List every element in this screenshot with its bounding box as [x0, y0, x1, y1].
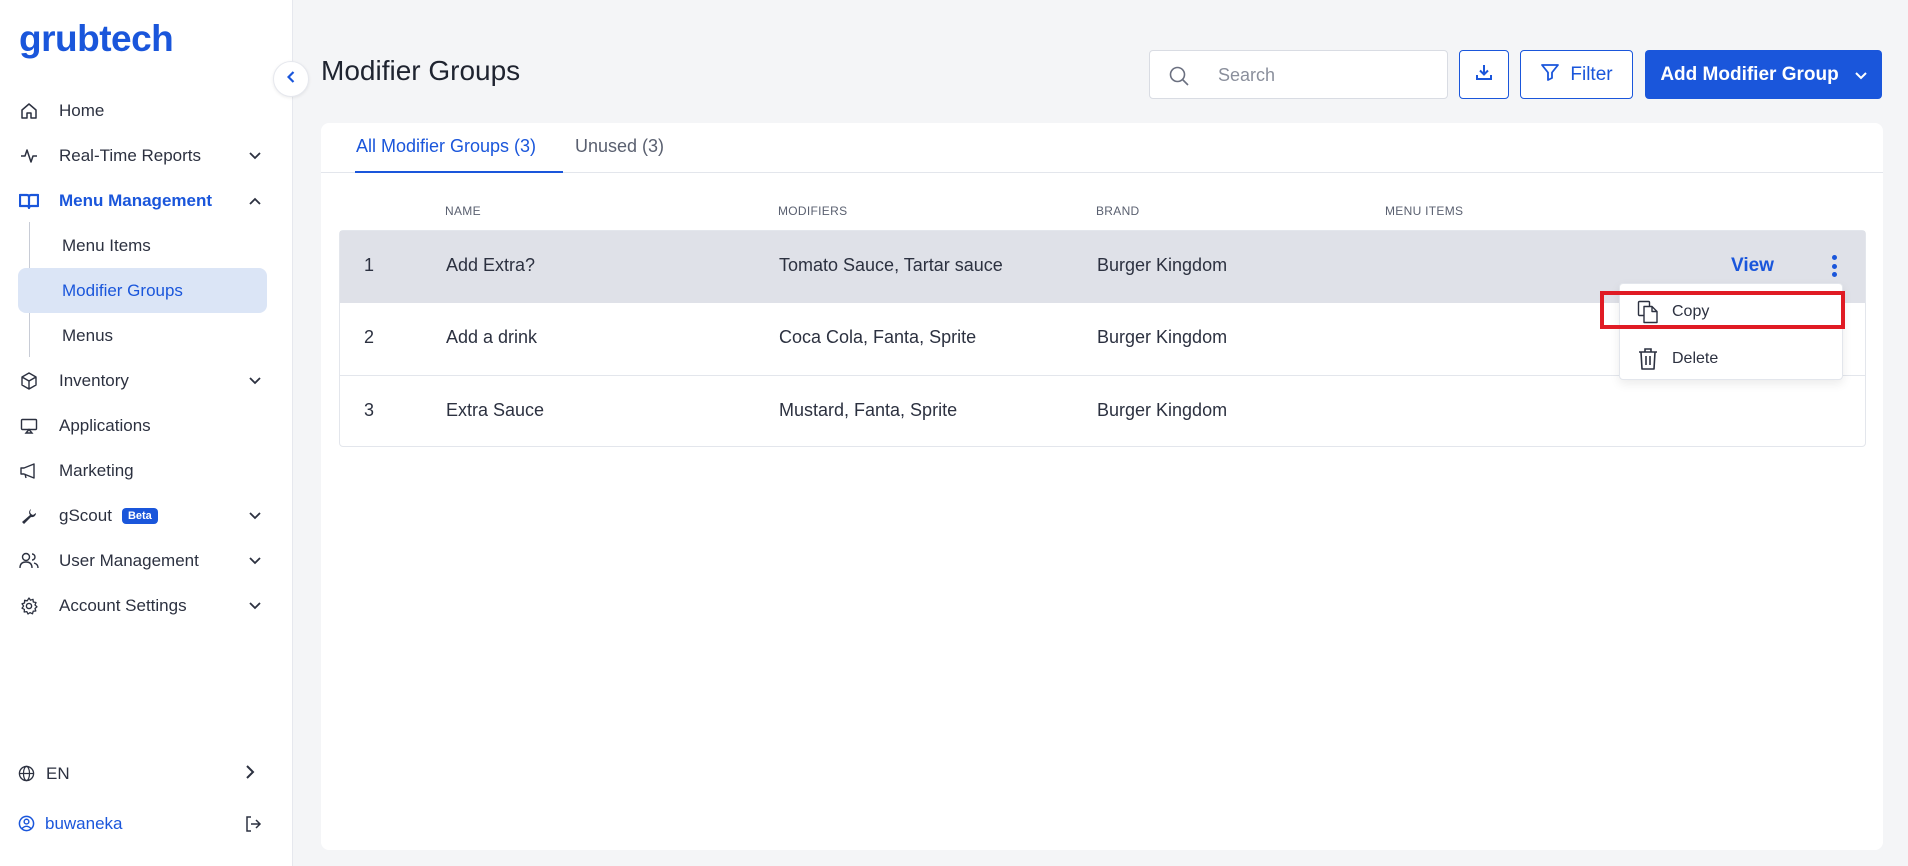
- sidebar-item-label: Account Settings: [59, 595, 187, 615]
- sidebar-item-label-group: gScout Beta: [59, 506, 158, 526]
- row-modifiers: Tomato Sauce, Tartar sauce: [779, 255, 1003, 275]
- username: buwaneka: [45, 814, 123, 833]
- box-icon: [19, 371, 39, 391]
- sidebar-subitem-modifier-groups[interactable]: Modifier Groups: [18, 268, 267, 313]
- more-options-icon[interactable]: [1824, 253, 1844, 279]
- tab-all-modifier-groups[interactable]: All Modifier Groups (3): [355, 136, 563, 173]
- language-label: EN: [46, 764, 70, 783]
- beta-badge: Beta: [121, 508, 158, 525]
- sidebar-item-home[interactable]: Home: [0, 88, 293, 133]
- home-icon: [19, 101, 39, 121]
- row-modifiers: Mustard, Fanta, Sprite: [779, 400, 958, 420]
- chevron-down-icon: [246, 597, 264, 615]
- chevron-down-icon: [246, 552, 264, 570]
- copy-label: Copy: [1672, 303, 1710, 320]
- sidebar-subitem-label: Modifier Groups: [62, 280, 183, 300]
- delete-label: Delete: [1672, 350, 1719, 367]
- sidebar-item-marketing[interactable]: Marketing: [0, 448, 293, 493]
- sidebar-item-applications[interactable]: Applications: [0, 403, 293, 448]
- chevron-down-icon: [246, 147, 264, 165]
- row-actions-menu: Copy Delete: [1619, 283, 1843, 380]
- column-header-modifiers: MODIFIERS: [778, 204, 848, 218]
- sidebar-item-gscout[interactable]: gScout Beta: [0, 493, 293, 538]
- sidebar-item-label: User Management: [59, 550, 199, 570]
- sidebar-item-real-time-reports[interactable]: Real-Time Reports: [0, 133, 293, 178]
- sidebar-item-label: Marketing: [59, 460, 134, 480]
- tab-bar: All Modifier Groups (3) Unused (3): [321, 123, 1883, 173]
- chevron-left-icon: [286, 70, 295, 88]
- search-box[interactable]: [1149, 50, 1448, 99]
- sidebar-item-label: Applications: [59, 415, 151, 435]
- language-selector[interactable]: EN: [0, 762, 293, 786]
- tab-unused[interactable]: Unused (3): [575, 136, 664, 173]
- user-profile[interactable]: buwaneka: [0, 812, 293, 836]
- book-icon: [19, 191, 39, 211]
- users-icon: [19, 551, 39, 571]
- copy-menu-item[interactable]: Copy: [1620, 292, 1844, 332]
- gear-icon: [19, 596, 39, 616]
- sidebar-item-inventory[interactable]: Inventory: [0, 358, 293, 403]
- column-header-brand: BRAND: [1096, 204, 1140, 218]
- sidebar-collapse-button[interactable]: [273, 61, 309, 97]
- chevron-down-icon: [246, 507, 264, 525]
- sidebar: grubtech Home Real-Time Reports Menu Man…: [0, 0, 293, 866]
- sidebar-subitem-menus[interactable]: Menus: [18, 313, 267, 358]
- row-index: 1: [364, 255, 375, 275]
- filter-icon: [1540, 62, 1560, 88]
- logout-icon[interactable]: [244, 815, 262, 838]
- sidebar-item-label: Menu Management: [59, 190, 213, 210]
- chevron-right-icon: [245, 764, 255, 784]
- row-name: Add Extra?: [446, 255, 536, 275]
- add-modifier-group-label: Add Modifier Group: [1660, 63, 1839, 85]
- activity-icon: [19, 146, 39, 166]
- page-title: Modifier Groups: [321, 55, 521, 86]
- chevron-down-icon: [246, 372, 264, 390]
- download-button[interactable]: [1459, 50, 1509, 99]
- user-circle-icon: [18, 815, 35, 837]
- row-name: Extra Sauce: [446, 400, 545, 420]
- search-icon: [1168, 65, 1190, 92]
- row-brand: Burger Kingdom: [1097, 255, 1228, 275]
- chevron-down-icon: [1854, 64, 1867, 86]
- grubtech-logo[interactable]: grubtech: [19, 18, 174, 60]
- sidebar-subitem-menu-items[interactable]: Menu Items: [18, 223, 267, 268]
- row-modifiers: Coca Cola, Fanta, Sprite: [779, 327, 977, 347]
- sidebar-subitem-label: Menus: [62, 325, 114, 345]
- sidebar-item-label: Real-Time Reports: [59, 145, 202, 165]
- row-index: 3: [364, 400, 375, 420]
- row-brand: Burger Kingdom: [1097, 327, 1228, 347]
- row-brand: Burger Kingdom: [1097, 400, 1228, 420]
- table-row[interactable]: 3 Extra Sauce Mustard, Fanta, Sprite Bur…: [340, 375, 1865, 447]
- download-icon: [1475, 63, 1493, 86]
- view-link[interactable]: View: [1731, 255, 1774, 277]
- trash-icon: [1637, 347, 1659, 371]
- globe-icon: [18, 765, 35, 787]
- sidebar-item-account-settings[interactable]: Account Settings: [0, 583, 293, 628]
- row-index: 2: [364, 327, 375, 347]
- sidebar-item-label: Home: [59, 100, 105, 120]
- filter-button[interactable]: Filter: [1520, 50, 1633, 99]
- sidebar-subitem-label: Menu Items: [62, 235, 151, 255]
- row-name: Add a drink: [446, 327, 538, 347]
- sidebar-item-label: gScout: [59, 505, 112, 525]
- wrench-icon: [19, 506, 39, 526]
- copy-icon: [1637, 300, 1659, 324]
- search-input[interactable]: [1218, 63, 1428, 87]
- monitor-icon: [19, 416, 39, 436]
- megaphone-icon: [19, 461, 39, 481]
- column-header-menu-items: MENU ITEMS: [1385, 204, 1464, 218]
- chevron-up-icon: [246, 192, 264, 210]
- sidebar-item-user-management[interactable]: User Management: [0, 538, 293, 583]
- column-header-name: NAME: [445, 204, 481, 218]
- add-modifier-group-button[interactable]: Add Modifier Group: [1645, 50, 1882, 99]
- sidebar-item-label: Inventory: [59, 370, 129, 390]
- sidebar-item-menu-management[interactable]: Menu Management: [0, 178, 293, 223]
- modifier-groups-card: All Modifier Groups (3) Unused (3) NAME …: [321, 123, 1883, 850]
- delete-menu-item[interactable]: Delete: [1620, 339, 1844, 379]
- filter-label: Filter: [1570, 63, 1613, 85]
